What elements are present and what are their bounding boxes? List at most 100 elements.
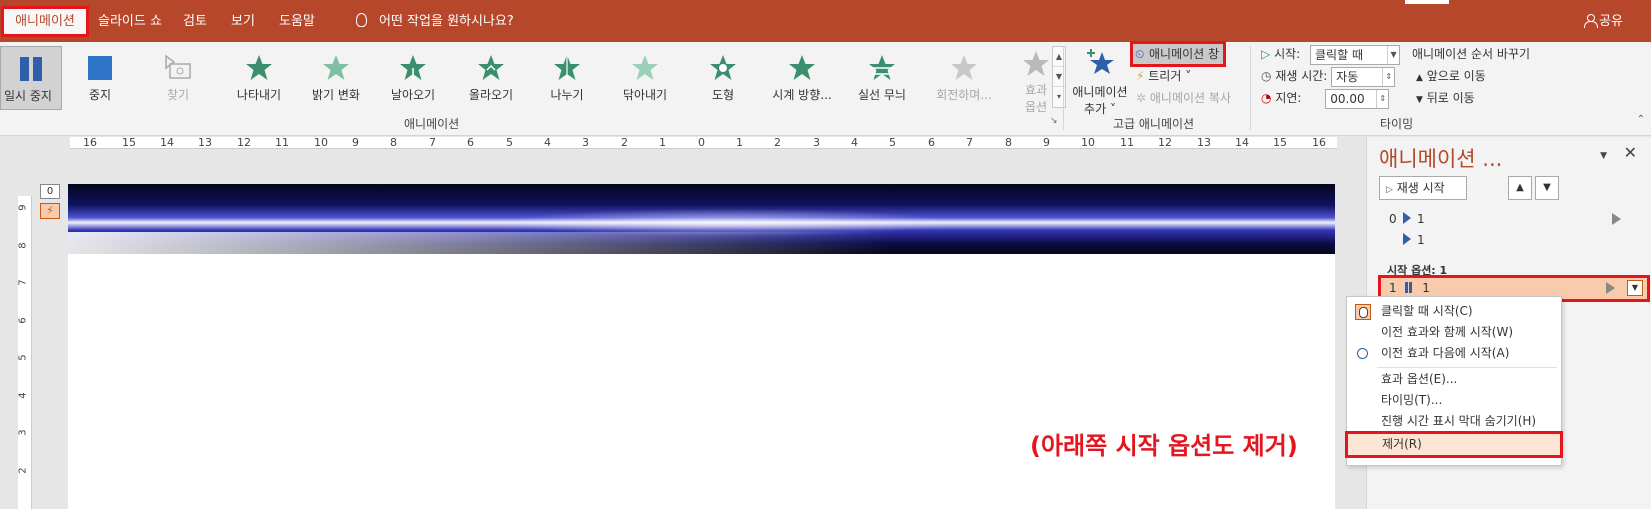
move-earlier-button[interactable]: ▲ 앞으로 이동: [1416, 66, 1486, 86]
ruler-tick-label: 10: [1081, 136, 1095, 149]
trigger-badge-icon[interactable]: ⚡: [40, 203, 60, 219]
tab-slideshow[interactable]: 슬라이드 쇼: [88, 8, 172, 35]
ruler-tick-label: 12: [237, 136, 251, 149]
gallery-item-fade[interactable]: 밝기 변화: [301, 46, 371, 110]
menu-item-label: 이전 효과와 함께 시작(W): [1381, 325, 1514, 339]
gallery-item-float-in[interactable]: 올라오기: [456, 46, 526, 110]
slide-banner-image[interactable]: [68, 184, 1335, 254]
add-animation-star-icon: [1087, 49, 1114, 74]
menu-item-label: 이전 효과 다음에 시작(A): [1381, 346, 1510, 360]
play-effect-icon: [1403, 212, 1411, 224]
gallery-item-label: 올라오기: [468, 88, 514, 102]
ruler-tick-label: 8: [1005, 136, 1012, 149]
triangle-down-icon: ▼: [1543, 182, 1551, 193]
pause-effect-icon: [1404, 281, 1413, 295]
menu-item-effect-options[interactable]: 효과 옵션(E)...: [1347, 369, 1561, 390]
tab-review[interactable]: 검토: [173, 8, 217, 35]
duration-field: ◷ 재생 시간: 자동 ⇕: [1261, 66, 1396, 87]
group-label-animation: 애니메이션: [404, 117, 460, 131]
animation-gallery: 일시 중지 중지 찾기 나타내기 밝기 변화 날아오기 올라오기 나누기 닦아내…: [0, 46, 1066, 110]
ruler-tick-label: 4: [851, 136, 858, 149]
list-item-number: 0: [1389, 212, 1397, 226]
clock-icon: [1357, 348, 1368, 359]
start-label: 시작:: [1274, 47, 1301, 61]
menu-item-start-on-click[interactable]: 클릭할 때 시작(C): [1347, 301, 1561, 322]
move-later-button[interactable]: ▼ 뒤로 이동: [1416, 88, 1475, 108]
gallery-item-grow-turn: 회전하며...: [926, 46, 1002, 110]
menu-item-hide-timeline[interactable]: 진행 시간 표시 막대 숨기기(H): [1347, 411, 1561, 432]
animation-pane-button[interactable]: ⏲ 애니메이션 창: [1129, 41, 1227, 67]
triangle-up-icon: ▲: [1516, 182, 1524, 193]
gallery-item-label: 날아오기: [390, 88, 436, 102]
menu-item-label: 제거(R): [1382, 437, 1422, 451]
gallery-item-wheel[interactable]: 시계 방향...: [764, 46, 840, 110]
tell-me-text: 어떤 작업을 원하시나요?: [379, 14, 514, 29]
gallery-item-label: 나타내기: [236, 88, 282, 102]
ribbon: 일시 중지 중지 찾기 나타내기 밝기 변화 날아오기 올라오기 나누기 닦아내…: [0, 41, 1651, 136]
gallery-item-label: 중지: [88, 88, 112, 102]
list-item-label: 1: [1417, 233, 1425, 247]
animation-sequence-badge[interactable]: 0: [40, 184, 60, 199]
delay-label: 지연:: [1275, 91, 1302, 105]
gallery-item-split[interactable]: 나누기: [534, 46, 600, 110]
add-animation-button[interactable]: 애니메이션 추가 ˅: [1068, 46, 1132, 117]
gallery-item-appear[interactable]: 나타내기: [224, 46, 294, 110]
lightning-icon: ⚡: [1136, 69, 1145, 83]
clock-icon: ◷: [1261, 69, 1272, 83]
start-select[interactable]: 클릭할 때 ▼: [1310, 44, 1401, 65]
list-item-label: 1: [1417, 212, 1425, 226]
delay-spinner[interactable]: 00.00 ⇕: [1325, 88, 1390, 109]
gallery-item-shape[interactable]: 도형: [690, 46, 756, 110]
dialog-launcher-icon[interactable]: ↘: [1050, 116, 1058, 126]
animation-pane-icon: ⏲: [1135, 47, 1145, 61]
tell-me-search[interactable]: 어떤 작업을 원하시나요?: [356, 8, 514, 35]
gallery-item-fly-in[interactable]: 날아오기: [378, 46, 448, 110]
menu-separator: [1377, 367, 1557, 368]
menu-item-label: 진행 시간 표시 막대 숨기기(H): [1381, 414, 1537, 428]
ribbon-separator: [1063, 46, 1064, 130]
menu-item-remove[interactable]: 제거(R): [1345, 431, 1563, 458]
group-label-timing: 타이밍: [1380, 117, 1414, 131]
collapse-ribbon-icon[interactable]: ⌃: [1637, 114, 1645, 125]
close-icon[interactable]: ✕: [1624, 143, 1637, 162]
item-dropdown-button[interactable]: ▼: [1627, 280, 1643, 296]
move-up-button[interactable]: ▲: [1508, 176, 1532, 200]
menu-item-after-previous[interactable]: 이전 효과 다음에 시작(A): [1347, 343, 1561, 364]
gallery-item-wipe[interactable]: 닦아내기: [610, 46, 680, 110]
appear-star-icon: [246, 55, 272, 80]
menu-item-label: 타이밍(T)...: [1381, 393, 1443, 407]
move-down-button[interactable]: ▼: [1535, 176, 1559, 200]
ruler-tick-label: 14: [1235, 136, 1249, 149]
wheel-star-icon: [789, 55, 815, 80]
ruler-tick-label: 16: [1312, 136, 1326, 149]
ruler-tick-label: 6: [928, 136, 935, 149]
ruler-tick-label: 3: [582, 136, 589, 149]
tab-view[interactable]: 보기: [221, 8, 265, 35]
gallery-item-seek: 찾기: [142, 46, 214, 110]
share-button[interactable]: 공유: [1584, 8, 1623, 35]
play-from-button[interactable]: ▷ 재생 시작: [1379, 176, 1467, 200]
list-item[interactable]: 1: [1379, 230, 1639, 250]
tab-help[interactable]: 도움말: [269, 8, 325, 35]
ruler-tick-label: 7: [17, 279, 29, 286]
play-icon: ▷: [1386, 185, 1393, 195]
gallery-item-pause[interactable]: 일시 중지: [0, 46, 62, 110]
effect-options-star-icon: [1023, 51, 1049, 76]
duration-spinner[interactable]: 자동 ⇕: [1331, 66, 1396, 87]
context-menu: 클릭할 때 시작(C) 이전 효과와 함께 시작(W) 이전 효과 다음에 시작…: [1345, 296, 1563, 466]
ruler-tick-label: 4: [17, 392, 29, 399]
pane-options-icon[interactable]: ▼: [1600, 151, 1607, 161]
tab-animation[interactable]: 애니메이션: [1, 6, 89, 37]
gallery-item-stop[interactable]: 중지: [68, 46, 132, 110]
ruler-tick-label: 5: [889, 136, 896, 149]
list-item[interactable]: 01: [1379, 209, 1639, 229]
wipe-star-icon: [632, 55, 658, 80]
mouse-icon: [1355, 304, 1371, 320]
vertical-ruler: 9 8 7 6 5 4 3 2: [18, 196, 32, 509]
menu-item-timing[interactable]: 타이밍(T)...: [1347, 390, 1561, 411]
play-label: 재생 시작: [1396, 181, 1445, 195]
play-icon: ▷: [1261, 47, 1271, 61]
trigger-button[interactable]: ⚡ 트리거 ˅: [1136, 66, 1191, 86]
menu-item-with-previous[interactable]: 이전 효과와 함께 시작(W): [1347, 322, 1561, 343]
gallery-item-random-bars[interactable]: 실선 무늬: [846, 46, 918, 110]
